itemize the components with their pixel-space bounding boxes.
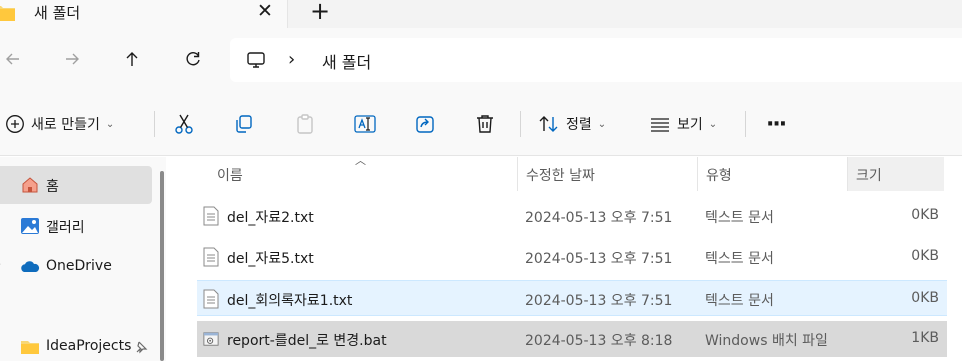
file-name: del_자료5.txt [227,251,314,267]
title-bar: 새 폴더 ✕ + [0,0,962,28]
tab-title: 새 폴더 [34,4,81,22]
onedrive-icon [21,261,40,272]
rename-button[interactable] [353,109,377,139]
arrow-right-icon [66,53,79,65]
clipboard-icon [297,114,313,134]
divider [745,111,746,137]
more-options-button[interactable]: ··· [766,109,787,139]
new-item-label: 새로 만들기 [31,117,100,133]
file-list: ︿ 이름 수정한 날짜 유형 크기 del_자료2.txt 2024-05-13… [175,154,962,361]
column-header-date[interactable]: 수정한 날짜 [518,157,698,191]
sidebar-item-home[interactable]: 홈 [0,166,152,204]
divider [154,111,155,137]
file-name: del_자료2.txt [227,210,314,226]
folder-icon [0,6,15,21]
sidebar-item-label: IdeaProjects [46,338,132,354]
sidebar-scrollbar[interactable] [160,171,164,361]
chevron-right-icon[interactable]: › [0,259,1,270]
sidebar-item-label: 홈 [46,179,59,195]
divider [520,111,521,137]
navigation-pane: 홈 갤러리 › OneDrive IdeaProjects [0,157,166,361]
view-button[interactable]: 보기 ⌄ [649,109,717,139]
new-tab-button[interactable]: + [309,0,331,23]
back-button[interactable] [0,44,28,74]
table-row[interactable]: report-를del_로 변경.bat 2024-05-13 오후 8:18 … [197,321,947,357]
column-header-name[interactable]: 이름 [209,157,518,191]
batch-file-icon [203,332,219,346]
up-button[interactable] [117,44,147,74]
chevron-down-icon: ⌄ [597,118,607,130]
gallery-icon [21,218,39,234]
sidebar-item-ideaprojects[interactable]: IdeaProjects [0,328,152,361]
column-header-type[interactable]: 유형 [698,157,848,191]
sort-icon [539,116,558,132]
pin-icon [136,341,148,354]
sort-button[interactable]: 정렬 ⌄ [538,109,606,139]
sidebar-item-onedrive[interactable]: › OneDrive [0,248,152,286]
computer-icon [247,52,265,68]
copy-button[interactable] [233,109,255,139]
arrow-up-icon [126,52,138,66]
list-view-icon [651,118,669,132]
tab-current-folder[interactable]: 새 폴더 ✕ [0,0,288,28]
refresh-icon [186,52,200,66]
chevron-down-icon: ⌄ [708,118,718,130]
folder-icon [21,341,39,354]
delete-button[interactable] [474,109,496,139]
plus-circle-icon [6,115,24,133]
breadcrumb-separator[interactable]: › [288,49,295,70]
copy-icon [236,115,252,133]
column-header-size[interactable]: 크기 [848,157,944,191]
trash-icon [477,115,493,133]
file-size: 0KB [911,290,939,306]
view-label: 보기 [677,117,703,133]
file-name: del_회의록자료1.txt [227,293,353,309]
sidebar-item-label: OneDrive [46,258,112,274]
sort-label: 정렬 [566,117,592,133]
table-row[interactable]: del_자료5.txt 2024-05-13 오후 7:51 텍스트 문서 0K… [197,239,947,275]
file-type: Windows 배치 파일 [705,333,828,349]
file-type: 텍스트 문서 [705,210,774,226]
file-type: 텍스트 문서 [705,251,774,267]
scissors-icon [175,114,193,134]
close-tab-icon[interactable]: ✕ [254,0,276,22]
file-date: 2024-05-13 오후 7:51 [525,293,673,309]
share-button[interactable] [414,109,436,139]
file-name: report-를del_로 변경.bat [227,333,387,349]
rename-icon [354,115,376,133]
forward-button[interactable] [57,44,87,74]
file-date: 2024-05-13 오후 8:18 [525,333,673,349]
table-row[interactable]: del_자료2.txt 2024-05-13 오후 7:51 텍스트 문서 0K… [197,198,947,234]
breadcrumb-current-folder[interactable]: 새 폴더 [322,49,371,73]
refresh-button[interactable] [178,44,208,74]
text-file-icon [203,206,219,226]
arrow-left-icon [6,53,19,65]
file-date: 2024-05-13 오후 7:51 [525,210,673,226]
file-size: 0KB [911,248,939,264]
file-type: 텍스트 문서 [705,293,774,309]
chevron-down-icon: ⌄ [105,118,115,130]
home-icon [22,177,38,193]
sidebar-item-label: 갤러리 [46,220,85,236]
file-size: 1KB [911,330,939,346]
paste-button[interactable] [294,109,316,139]
file-size: 0KB [911,207,939,223]
file-date: 2024-05-13 오후 7:51 [525,251,673,267]
cut-button[interactable] [173,109,195,139]
share-icon [416,116,434,133]
sidebar-item-gallery[interactable]: 갤러리 [0,207,152,245]
text-file-icon [203,289,219,309]
new-item-button[interactable]: 새로 만들기 ⌄ [5,109,114,139]
address-bar[interactable]: › 새 폴더 [230,38,962,82]
command-bar: 새로 만들기 ⌄ 정렬 ⌄ 보기 ⌄ ··· [0,92,962,156]
table-row[interactable]: del_회의록자료1.txt 2024-05-13 오후 7:51 텍스트 문서… [197,280,947,316]
text-file-icon [203,247,219,267]
navigation-bar: › 새 폴더 [0,28,962,92]
